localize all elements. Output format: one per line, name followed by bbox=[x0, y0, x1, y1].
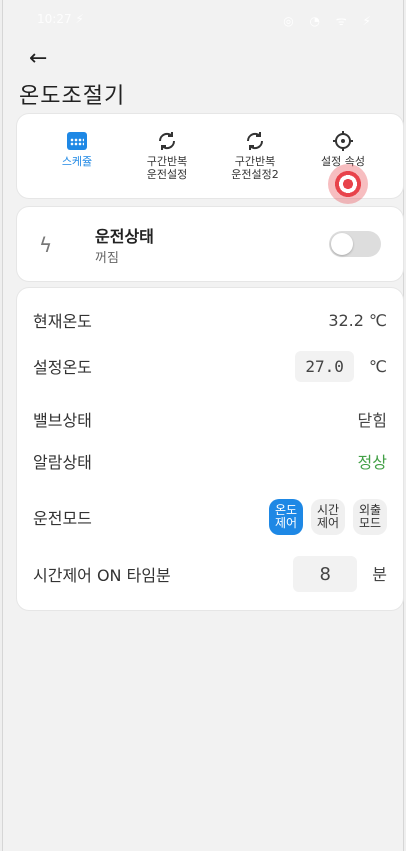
status-time: 10:27 ⚡ bbox=[37, 12, 84, 26]
app-screen: 10:27 ⚡ ◎ ◔ ᯤ ⚡ ← 온도조절기 스케쥴 구간반복 운전설정 구간… bbox=[2, 0, 404, 851]
interval-repeat-2-button[interactable]: 구간반복 운전설정2 bbox=[219, 128, 291, 181]
mode-temp-control[interactable]: 온도 제어 bbox=[269, 499, 303, 535]
time-on-input[interactable]: 8 bbox=[293, 556, 358, 592]
set-temp-unit: ℃ bbox=[369, 356, 387, 376]
interval-repeat-label-1: 구간반복 bbox=[146, 155, 188, 168]
mode-time-control[interactable]: 시간 제어 bbox=[311, 499, 345, 535]
interval-repeat-button[interactable]: 구간반복 운전설정 bbox=[131, 128, 203, 181]
interval-repeat-2-label-2: 운전설정2 bbox=[231, 167, 279, 181]
alarm-label: 알람상태 bbox=[33, 453, 92, 472]
time-on-row: 시간제어 ON 타임분 8 분 bbox=[33, 554, 387, 594]
alarm-row: 알람상태 정상 bbox=[33, 441, 387, 481]
settings-icon bbox=[333, 131, 353, 151]
set-temp-label: 설정온도 bbox=[33, 358, 92, 377]
bolt-icon: ϟ bbox=[39, 233, 53, 257]
interval-repeat-2-label-1: 구간반복 bbox=[234, 155, 276, 168]
current-temp-row: 현재온도 32.2 ℃ bbox=[33, 300, 387, 340]
mode-away[interactable]: 외출 모드 bbox=[353, 499, 387, 535]
alarm-value: 정상 bbox=[357, 453, 387, 472]
time-on-unit: 분 bbox=[372, 564, 387, 584]
schedule-label: 스케쥴 bbox=[61, 155, 93, 168]
back-icon[interactable]: ← bbox=[29, 46, 47, 71]
page-title: 온도조절기 bbox=[19, 84, 126, 109]
refresh-icon bbox=[158, 132, 176, 150]
run-status-state: 꺼짐 bbox=[95, 251, 119, 266]
touch-indicator bbox=[328, 164, 368, 204]
set-temp-input[interactable]: 27.0 bbox=[295, 350, 354, 382]
run-status-title: 운전상태 bbox=[95, 227, 154, 246]
mode-selector: 온도 제어 시간 제어 외출 모드 bbox=[269, 499, 387, 535]
info-card: 현재온도 32.2 ℃ 설정온도 27.0 ℃ 밸브상태 닫힘 알람상태 정상 … bbox=[17, 288, 403, 610]
run-status-card: ϟ 운전상태 꺼짐 bbox=[17, 207, 403, 281]
interval-repeat-label-2: 운전설정 bbox=[146, 167, 188, 181]
valve-label: 밸브상태 bbox=[33, 411, 92, 430]
current-temp-label: 현재온도 bbox=[33, 312, 92, 331]
set-temp-row: 설정온도 27.0 ℃ bbox=[33, 346, 387, 386]
mode-label: 운전모드 bbox=[33, 509, 92, 528]
current-temp-value: 32.2 ℃ bbox=[328, 310, 387, 330]
settings-properties-button[interactable]: 설정 속성 bbox=[307, 128, 379, 169]
toggle-knob bbox=[331, 233, 353, 255]
status-bar: 10:27 ⚡ ◎ ◔ ᯤ ⚡ bbox=[3, 0, 403, 40]
refresh-icon bbox=[246, 132, 264, 150]
mode-row: 운전모드 온도 제어 시간 제어 외출 모드 bbox=[33, 497, 387, 537]
run-toggle[interactable] bbox=[329, 231, 381, 257]
valve-row: 밸브상태 닫힘 bbox=[33, 399, 387, 439]
schedule-button[interactable]: 스케쥴 bbox=[41, 128, 113, 169]
time-on-label: 시간제어 ON 타임분 bbox=[33, 566, 171, 585]
status-icons: ◎ ◔ ᯤ ⚡ bbox=[283, 14, 377, 28]
calendar-icon bbox=[67, 132, 87, 150]
valve-value: 닫힘 bbox=[357, 411, 387, 430]
